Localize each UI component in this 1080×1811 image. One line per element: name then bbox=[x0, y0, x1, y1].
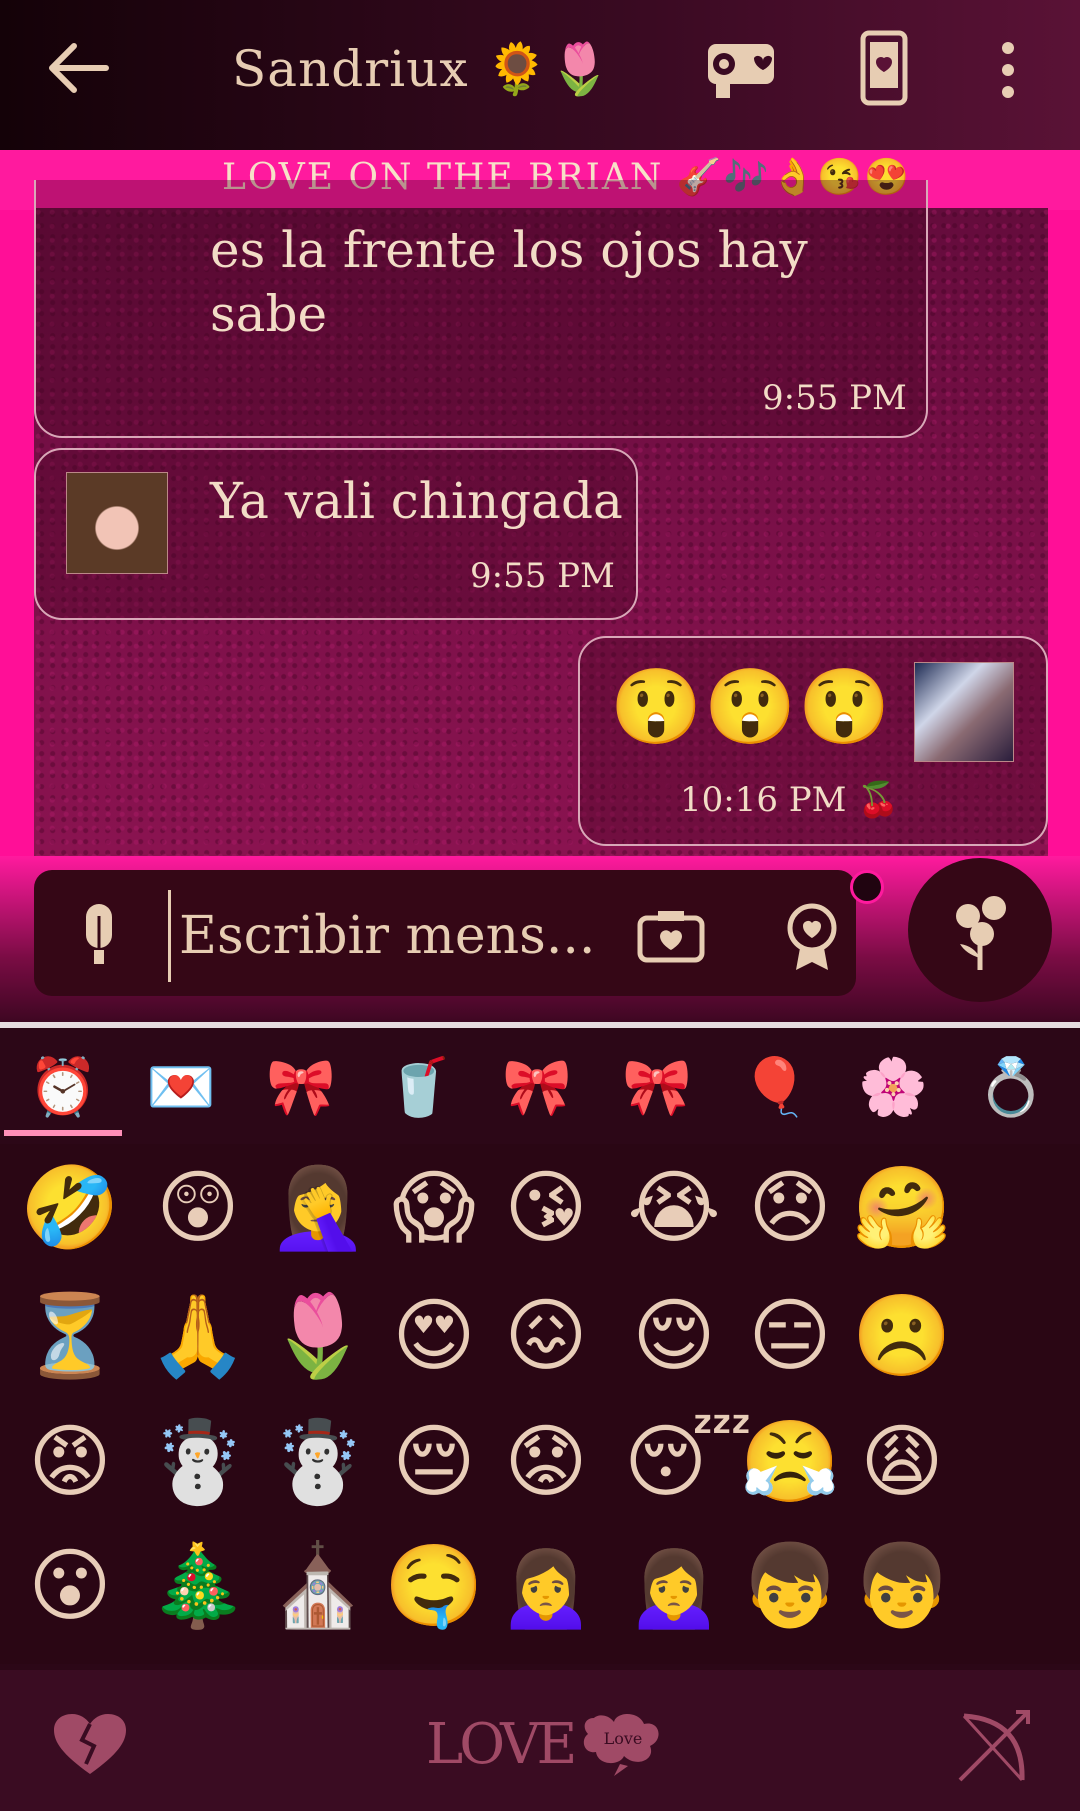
emoji-key[interactable]: 😮 bbox=[20, 1536, 120, 1636]
emoji-key[interactable]: 😞 bbox=[740, 1158, 840, 1258]
more-vertical-icon bbox=[1002, 42, 1014, 98]
emoji-key[interactable]: 👦 bbox=[740, 1536, 840, 1636]
emoji-key[interactable]: 😖 bbox=[496, 1286, 596, 1386]
emoji-key[interactable]: 😱 bbox=[384, 1158, 484, 1258]
cupid-bow-icon bbox=[958, 1710, 1030, 1782]
emoji-tab[interactable]: 🎀 bbox=[612, 1048, 702, 1128]
message-text: 😲😲😲 bbox=[610, 664, 893, 750]
emoji-key[interactable]: 😟 bbox=[496, 1412, 596, 1512]
love-bubble-button[interactable]: Love bbox=[580, 1710, 666, 1780]
emoji-key[interactable]: 🙍‍♀️ bbox=[624, 1536, 724, 1636]
emoji-key[interactable]: 😡 bbox=[20, 1412, 120, 1512]
emoji-key[interactable]: 👦 bbox=[852, 1536, 952, 1636]
back-button[interactable] bbox=[44, 38, 114, 98]
phone-heart-icon bbox=[860, 30, 908, 106]
send-button[interactable] bbox=[908, 858, 1052, 1002]
message-input[interactable] bbox=[168, 890, 621, 982]
emoji-key[interactable]: 😘 bbox=[496, 1158, 596, 1258]
flower-send-icon bbox=[956, 896, 1006, 970]
emoji-key[interactable]: 😑 bbox=[740, 1286, 840, 1386]
emoji-key[interactable]: 🤦‍♀️ bbox=[268, 1158, 368, 1258]
love-bubble-icon: Love bbox=[583, 1714, 659, 1776]
emoji-key[interactable]: ⏳ bbox=[20, 1286, 120, 1386]
camera-button[interactable] bbox=[636, 908, 706, 964]
emoji-tab[interactable]: 🎀 bbox=[256, 1048, 346, 1128]
emoji-tab[interactable]: 🌸 bbox=[848, 1048, 938, 1128]
emoji-key[interactable]: 🎄 bbox=[148, 1536, 248, 1636]
call-button[interactable] bbox=[860, 30, 908, 106]
cupid-bow-button[interactable] bbox=[954, 1706, 1034, 1786]
emoji-key[interactable]: 😩 bbox=[852, 1412, 952, 1512]
emoji-key[interactable]: 😌 bbox=[624, 1286, 724, 1386]
arrow-left-icon bbox=[49, 43, 109, 93]
emoji-key[interactable]: 🤗 bbox=[852, 1158, 952, 1258]
emoji-key[interactable]: 🤤 bbox=[384, 1536, 484, 1636]
message-time: 10:16 PM 🍒 bbox=[680, 780, 900, 820]
microphone-icon bbox=[86, 904, 112, 964]
video-camera-heart-icon bbox=[708, 44, 774, 98]
emoji-key[interactable]: ☃️ bbox=[148, 1412, 248, 1512]
mic-button[interactable] bbox=[74, 900, 124, 970]
avatar[interactable] bbox=[914, 662, 1014, 762]
emoji-key[interactable]: 🤣 bbox=[20, 1158, 120, 1258]
avatar[interactable] bbox=[66, 472, 168, 574]
active-tab-indicator bbox=[4, 1130, 122, 1136]
camera-heart-icon bbox=[637, 911, 705, 963]
emoji-key[interactable]: ⛪ bbox=[268, 1536, 368, 1636]
emoji-key[interactable]: 😭 bbox=[624, 1158, 724, 1258]
emoji-key[interactable]: 😲 bbox=[148, 1158, 248, 1258]
chat-title: Sandriux 🌻🌷 bbox=[232, 40, 612, 98]
emoji-key[interactable]: 🙏 bbox=[148, 1286, 248, 1386]
emoji-tab[interactable]: 🥤 bbox=[374, 1048, 464, 1128]
more-options-button[interactable] bbox=[990, 36, 1026, 106]
broken-heart-icon bbox=[54, 1714, 126, 1774]
love-bubble-text: Love bbox=[604, 1729, 643, 1748]
message-time: 9:55 PM bbox=[470, 556, 615, 596]
emoji-key[interactable]: 😔 bbox=[384, 1412, 484, 1512]
emoji-key[interactable]: 🙍‍♀️ bbox=[496, 1536, 596, 1636]
emoji-tab[interactable]: 💌 bbox=[136, 1048, 226, 1128]
emoji-key[interactable]: 😴 bbox=[624, 1412, 752, 1512]
emoji-tab[interactable]: 💍 bbox=[966, 1048, 1056, 1128]
emoji-tab[interactable]: 🎀 bbox=[492, 1048, 582, 1128]
emoji-key[interactable]: 😍 bbox=[384, 1286, 484, 1386]
sticker-button[interactable] bbox=[786, 902, 838, 972]
emoji-key[interactable]: ☃️ bbox=[268, 1412, 368, 1512]
composer-notch bbox=[850, 870, 884, 904]
broken-heart-button[interactable] bbox=[52, 1712, 128, 1778]
emoji-key[interactable]: 😤 bbox=[740, 1412, 840, 1512]
emoji-key[interactable]: ☹️ bbox=[852, 1286, 952, 1386]
message-text: Ya vali chingada bbox=[210, 472, 623, 530]
love-text-button[interactable]: LOVE bbox=[426, 1700, 577, 1790]
heart-medal-icon bbox=[787, 903, 837, 970]
message-time: 9:55 PM bbox=[762, 378, 907, 418]
message-text: es la frente los ojos hay sabe bbox=[210, 221, 808, 343]
emoji-key[interactable]: 🌷 bbox=[268, 1286, 368, 1386]
emoji-tab[interactable]: ⏰ bbox=[18, 1048, 108, 1128]
video-call-button[interactable] bbox=[704, 34, 778, 104]
emoji-tab[interactable]: 🎈 bbox=[730, 1048, 820, 1128]
